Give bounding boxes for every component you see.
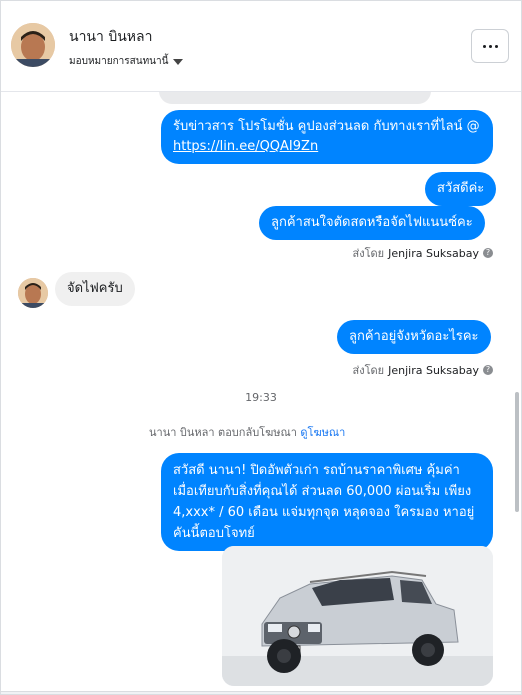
line-link[interactable]: https://lin.ee/QQAI9Zn (173, 139, 318, 154)
ad-message: สวัสดี นานา! ปิดอัพตัวเก่า รถบ้านราคาพิเ… (161, 453, 493, 551)
message-thread[interactable]: รับข่าวสาร โปรโมชั่น คูปองส่วนลด กับทางเ… (1, 92, 521, 694)
conversation-header: นานา บินหลา มอบหมายการสนทนานี้ (1, 1, 521, 92)
composer-edge (1, 691, 521, 694)
contact-avatar[interactable] (11, 23, 55, 67)
question2-text: ลูกค้าอยู่จังหวัดอะไรคะ (349, 329, 479, 344)
contact-avatar-small (18, 278, 48, 308)
ad-reply-prefix: นานา บินหลา ตอบกลับโฆษณา (149, 426, 297, 439)
assign-label: มอบหมายการสนทนานี้ (69, 56, 169, 67)
sent-by-row-2: ส่งโดย Jenjira Suksabay ? (353, 361, 493, 379)
question-message-1: ลูกค้าสนใจตัดสดหรือจัดไฟแนนซ์คะ (259, 206, 485, 240)
question-message-2: ลูกค้าอยู่จังหวัดอะไรคะ (337, 320, 491, 354)
promo-text: รับข่าวสาร โปรโมชั่น คูปองส่วนลด กับทางเ… (173, 119, 480, 134)
previous-message-fragment (159, 92, 431, 104)
promo-message: รับข่าวสาร โปรโมชั่น คูปองส่วนลด กับทางเ… (161, 110, 493, 164)
assign-conversation-dropdown[interactable]: มอบหมายการสนทนานี้ (69, 54, 184, 69)
question1-text: ลูกค้าสนใจตัดสดหรือจัดไฟแนนซ์คะ (271, 215, 473, 230)
chevron-down-icon (173, 58, 184, 65)
sent-by-name: Jenjira Suksabay (388, 246, 479, 260)
customer-reply-text: จัดไฟครับ (67, 281, 123, 296)
ad-text: สวัสดี นานา! ปิดอัพตัวเก่า รถบ้านราคาพิเ… (173, 463, 475, 541)
sent-by-name-2: Jenjira Suksabay (388, 363, 479, 377)
thread-scrollbar[interactable] (515, 392, 519, 512)
more-icon (482, 44, 486, 48)
timestamp: 19:33 (245, 391, 277, 404)
sent-by-prefix-2: ส่งโดย (352, 364, 385, 377)
more-options-button[interactable] (471, 29, 509, 63)
sent-by-prefix: ส่งโดย (352, 247, 385, 260)
ad-reply-note: นานา บินหลา ตอบกลับโฆษณา ดูโฆษณา (149, 423, 345, 441)
customer-message: จัดไฟครับ (55, 272, 135, 306)
sent-by-row: ส่งโดย Jenjira Suksabay ? (353, 244, 493, 262)
ad-car-image[interactable] (222, 546, 493, 686)
greeting-message: สวัสดีค่ะ (425, 172, 497, 206)
greeting-text: สวัสดีค่ะ (437, 181, 485, 196)
messenger-window: นานา บินหลา มอบหมายการสนทนานี้ รับข่าวสา… (0, 0, 522, 695)
info-icon[interactable]: ? (483, 248, 493, 258)
view-ad-link[interactable]: ดูโฆษณา (300, 426, 345, 439)
info-icon[interactable]: ? (483, 365, 493, 375)
contact-name[interactable]: นานา บินหลา (69, 26, 152, 48)
